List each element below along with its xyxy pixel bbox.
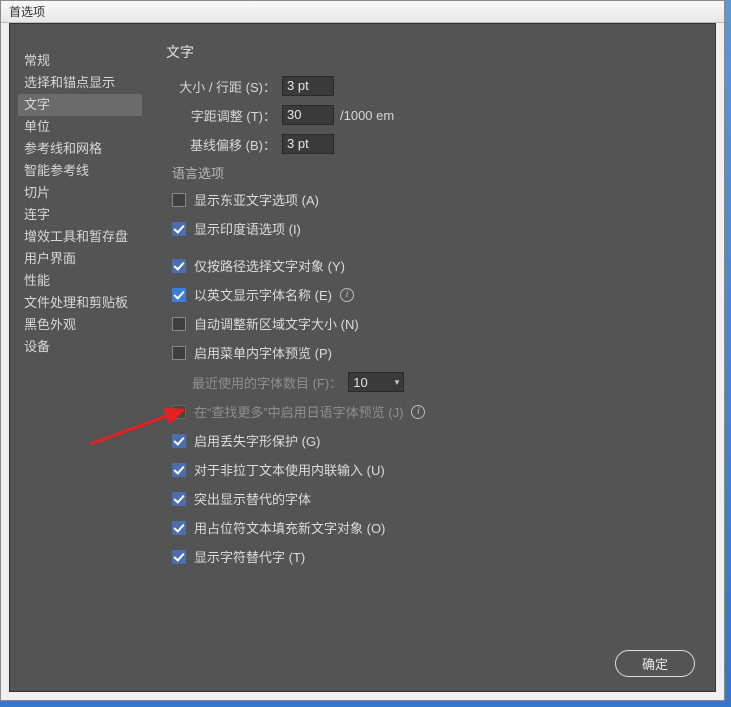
main-panel: 文字 大小 / 行距 (S)： 3 pt 字距调整 (T)： 30 /1000 … bbox=[142, 42, 697, 642]
select-path-option[interactable]: 仅按路径选择文字对象 (Y) bbox=[172, 256, 697, 275]
checkbox-icon[interactable] bbox=[172, 222, 186, 236]
menu-preview-label: 启用菜单内字体预览 (P) bbox=[194, 343, 332, 362]
recent-fonts-select[interactable]: 10 ▾ bbox=[348, 372, 404, 392]
sidebar-item-slices[interactable]: 切片 bbox=[18, 182, 142, 204]
baseline-input[interactable]: 3 pt bbox=[282, 134, 334, 154]
sidebar-item-smart-guides[interactable]: 智能参考线 bbox=[18, 160, 142, 182]
english-font-option[interactable]: 以英文显示字体名称 (E) i bbox=[172, 285, 697, 304]
placeholder-option[interactable]: 用占位符文本填充新文字对象 (O) bbox=[172, 518, 697, 537]
size-leading-row: 大小 / 行距 (S)： 3 pt bbox=[166, 76, 697, 96]
chevron-down-icon: ▾ bbox=[395, 377, 400, 388]
dialog-body: 常规 选择和锚点显示 文字 单位 参考线和网格 智能参考线 切片 连字 增效工具… bbox=[10, 24, 715, 642]
size-leading-input[interactable]: 3 pt bbox=[282, 76, 334, 96]
select-path-label: 仅按路径选择文字对象 (Y) bbox=[194, 256, 345, 275]
jp-preview-option[interactable]: 在“查找更多”中启用日语字体预览 (J) i bbox=[172, 402, 697, 421]
sidebar-item-guides[interactable]: 参考线和网格 bbox=[18, 138, 142, 160]
dialog: 常规 选择和锚点显示 文字 单位 参考线和网格 智能参考线 切片 连字 增效工具… bbox=[9, 23, 716, 692]
placeholder-label: 用占位符文本填充新文字对象 (O) bbox=[194, 518, 385, 537]
info-icon[interactable]: i bbox=[411, 405, 425, 419]
checkbox-icon[interactable] bbox=[172, 346, 186, 360]
tracking-label: 字距调整 (T)： bbox=[166, 106, 276, 125]
checkbox-icon[interactable] bbox=[172, 317, 186, 331]
button-row: 确定 bbox=[10, 642, 715, 691]
checkbox-icon[interactable] bbox=[172, 405, 186, 419]
sidebar: 常规 选择和锚点显示 文字 单位 参考线和网格 智能参考线 切片 连字 增效工具… bbox=[18, 42, 142, 642]
sidebar-item-units[interactable]: 单位 bbox=[18, 116, 142, 138]
size-leading-label: 大小 / 行距 (S)： bbox=[166, 77, 276, 96]
inline-input-option[interactable]: 对于非拉丁文本使用内联输入 (U) bbox=[172, 460, 697, 479]
sidebar-item-performance[interactable]: 性能 bbox=[18, 270, 142, 292]
sidebar-item-type[interactable]: 文字 bbox=[18, 94, 142, 116]
auto-size-option[interactable]: 自动调整新区域文字大小 (N) bbox=[172, 314, 697, 333]
highlight-alt-label: 突出显示替代的字体 bbox=[194, 489, 311, 508]
sidebar-item-black[interactable]: 黑色外观 bbox=[18, 314, 142, 336]
checkbox-icon[interactable] bbox=[172, 463, 186, 477]
tracking-row: 字距调整 (T)： 30 /1000 em bbox=[166, 105, 697, 125]
sidebar-item-plugins[interactable]: 增效工具和暂存盘 bbox=[18, 226, 142, 248]
show-glyph-alt-label: 显示字符替代字 (T) bbox=[194, 547, 305, 566]
sidebar-item-general[interactable]: 常规 bbox=[18, 50, 142, 72]
glyph-protect-option[interactable]: 启用丢失字形保护 (G) bbox=[172, 431, 697, 450]
recent-fonts-value: 10 bbox=[353, 375, 367, 390]
checkbox-icon[interactable] bbox=[172, 288, 186, 302]
tracking-input[interactable]: 30 bbox=[282, 105, 334, 125]
highlight-alt-option[interactable]: 突出显示替代的字体 bbox=[172, 489, 697, 508]
sidebar-item-devices[interactable]: 设备 bbox=[18, 336, 142, 358]
sidebar-item-ui[interactable]: 用户界面 bbox=[18, 248, 142, 270]
checkbox-icon[interactable] bbox=[172, 193, 186, 207]
checkbox-icon[interactable] bbox=[172, 434, 186, 448]
tracking-suffix: /1000 em bbox=[340, 108, 394, 123]
indic-label: 显示印度语选项 (I) bbox=[194, 219, 301, 238]
info-icon[interactable]: i bbox=[340, 288, 354, 302]
ok-button[interactable]: 确定 bbox=[615, 650, 695, 677]
checkbox-icon[interactable] bbox=[172, 550, 186, 564]
preferences-window: 首选项 常规 选择和锚点显示 文字 单位 参考线和网格 智能参考线 切片 连字 … bbox=[0, 0, 725, 701]
sidebar-item-file-clipboard[interactable]: 文件处理和剪贴板 bbox=[18, 292, 142, 314]
inline-input-label: 对于非拉丁文本使用内联输入 (U) bbox=[194, 460, 385, 479]
menu-preview-option[interactable]: 启用菜单内字体预览 (P) bbox=[172, 343, 697, 362]
east-asian-label: 显示东亚文字选项 (A) bbox=[194, 190, 319, 209]
panel-title: 文字 bbox=[166, 42, 697, 62]
recent-fonts-label: 最近使用的字体数目 (F)： bbox=[192, 373, 342, 392]
baseline-label: 基线偏移 (B)： bbox=[166, 135, 276, 154]
east-asian-option[interactable]: 显示东亚文字选项 (A) bbox=[172, 190, 697, 209]
checkbox-icon[interactable] bbox=[172, 521, 186, 535]
show-glyph-alt-option[interactable]: 显示字符替代字 (T) bbox=[172, 547, 697, 566]
sidebar-item-hyphenation[interactable]: 连字 bbox=[18, 204, 142, 226]
titlebar: 首选项 bbox=[1, 1, 724, 23]
checkbox-icon[interactable] bbox=[172, 492, 186, 506]
sidebar-item-selection[interactable]: 选择和锚点显示 bbox=[18, 72, 142, 94]
glyph-protect-label: 启用丢失字形保护 (G) bbox=[194, 431, 320, 450]
indic-option[interactable]: 显示印度语选项 (I) bbox=[172, 219, 697, 238]
jp-preview-label: 在“查找更多”中启用日语字体预览 (J) bbox=[194, 402, 403, 421]
english-font-label: 以英文显示字体名称 (E) bbox=[194, 285, 332, 304]
checkbox-icon[interactable] bbox=[172, 259, 186, 273]
baseline-row: 基线偏移 (B)： 3 pt bbox=[166, 134, 697, 154]
auto-size-label: 自动调整新区域文字大小 (N) bbox=[194, 314, 359, 333]
language-header: 语言选项 bbox=[172, 163, 697, 182]
window-title: 首选项 bbox=[9, 3, 45, 20]
recent-fonts-row: 最近使用的字体数目 (F)： 10 ▾ bbox=[192, 372, 697, 392]
